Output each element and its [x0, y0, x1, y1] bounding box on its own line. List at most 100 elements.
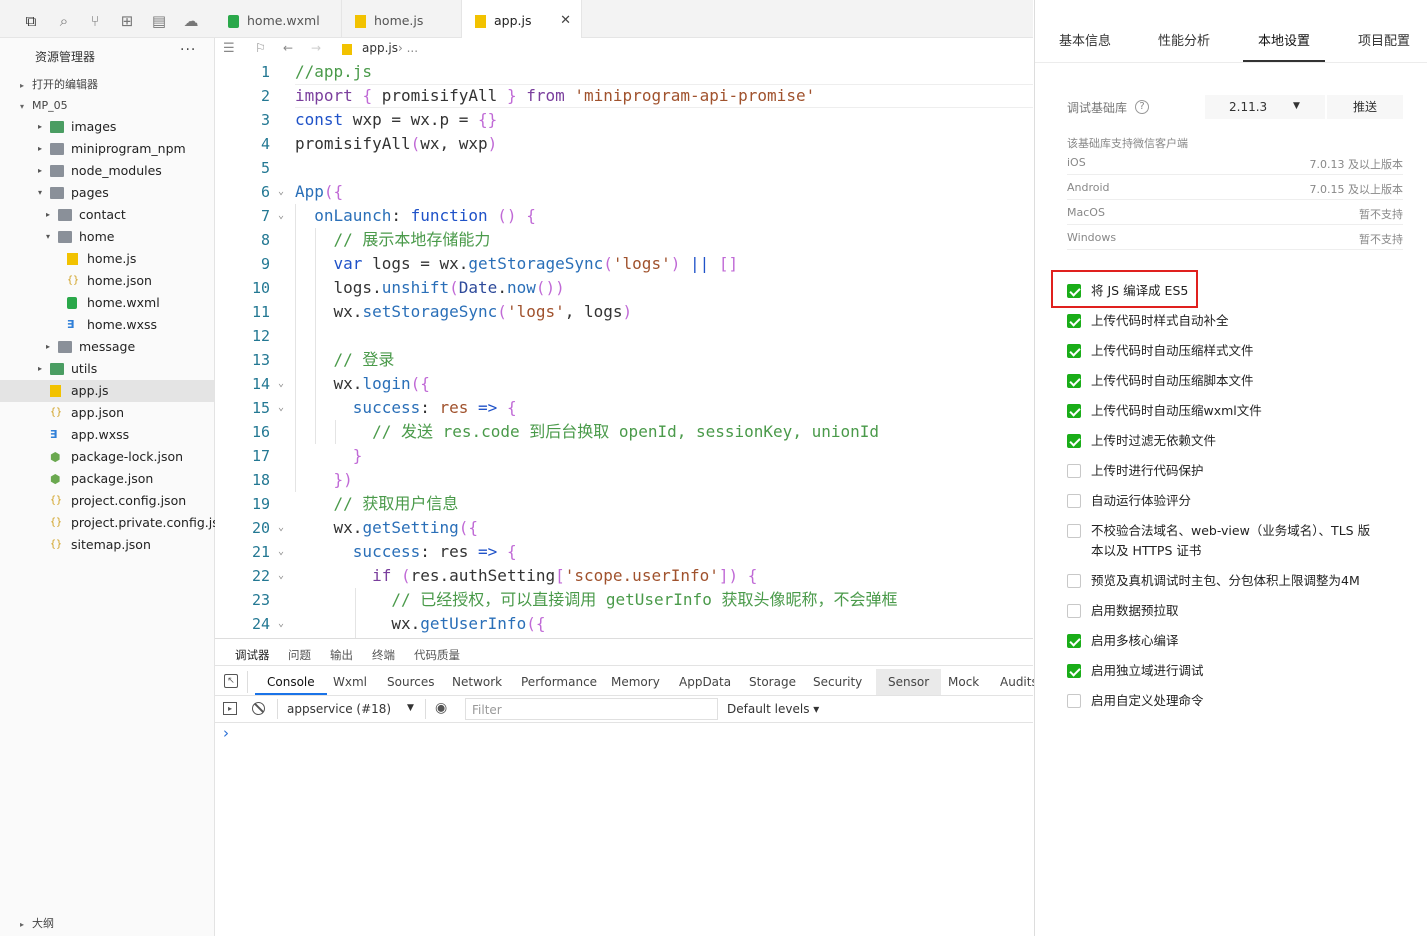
devtools-tab-memory[interactable]: Memory — [611, 675, 660, 689]
tree-item[interactable]: ⬢ package.json — [0, 468, 214, 490]
devtools-tab-sources[interactable]: Sources — [387, 675, 434, 689]
clear-console-icon[interactable] — [252, 702, 265, 715]
chevron-down-icon[interactable]: ▼ — [407, 703, 414, 713]
tab-home-js[interactable]: home.js — [342, 0, 462, 38]
devtools-tab-mock[interactable]: Mock — [948, 675, 979, 689]
more-actions-button[interactable]: ··· — [180, 42, 196, 58]
chevron-right-icon[interactable]: ▸ — [43, 204, 53, 226]
search-icon[interactable]: ⌕ — [55, 12, 73, 30]
tab-project-config[interactable]: 项目配置 — [1358, 30, 1410, 49]
tree-item[interactable]: {} home.json — [0, 270, 214, 292]
chevron-right-icon[interactable]: ▸ — [35, 116, 45, 138]
tree-item[interactable]: {} project.private.config.js... — [0, 512, 231, 534]
tree-item[interactable]: {} sitemap.json — [0, 534, 214, 556]
bookmark-icon[interactable]: ⚐ — [255, 41, 266, 55]
tree-item[interactable]: ∃ home.wxss — [0, 314, 214, 336]
fold-chevron-icon[interactable]: ⌄ — [278, 180, 290, 204]
devtools-tab-appdata[interactable]: AppData — [679, 675, 731, 689]
open-editors-section[interactable]: ▸ 打开的编辑器 — [20, 76, 98, 92]
tree-item[interactable]: {} app.json — [0, 402, 214, 424]
files-icon[interactable]: ⧉ — [22, 12, 40, 30]
help-icon[interactable]: ? — [1135, 100, 1149, 114]
lib-version-select[interactable]: 2.11.3 ▼ — [1205, 95, 1325, 119]
chevron-down-icon[interactable]: ▾ — [43, 226, 53, 248]
breadcrumb-file[interactable]: app.js — [362, 41, 398, 55]
project-section[interactable]: ▾ MP_05 — [20, 99, 68, 112]
tree-item[interactable]: ▸ miniprogram_npm — [0, 138, 214, 160]
fold-chevron-icon[interactable]: ⌄ — [278, 396, 290, 420]
tree-item[interactable]: ∃ app.wxss — [0, 424, 214, 446]
tree-item[interactable]: ▾ pages — [0, 182, 214, 204]
tree-item[interactable]: ▸ utils — [0, 358, 214, 380]
tree-item[interactable]: home.wxml — [0, 292, 214, 314]
log-levels-select[interactable]: Default levels ▾ — [727, 702, 819, 716]
outline-section[interactable]: ▸ 大纲 — [20, 915, 54, 931]
devtools-tab-security[interactable]: Security — [813, 675, 862, 689]
tree-item[interactable]: ⬢ package-lock.json — [0, 446, 214, 468]
chevron-down-icon[interactable]: ▾ — [35, 182, 45, 204]
checkbox[interactable] — [1067, 374, 1081, 388]
inspect-icon[interactable]: ↖ — [224, 674, 238, 688]
code-editor[interactable]: 1 //app.js 2 import { promisifyAll } from '… — [215, 60, 1033, 638]
fold-chevron-icon[interactable]: ⌄ — [278, 516, 290, 540]
devtools-tab-console[interactable]: Console — [255, 669, 327, 695]
devtools-tab-performance[interactable]: Performance — [521, 675, 597, 689]
source-control-icon[interactable]: ⑂ — [86, 12, 104, 30]
checkbox[interactable] — [1067, 524, 1081, 538]
checkbox[interactable] — [1067, 494, 1081, 508]
context-select[interactable]: appservice (#18) — [287, 702, 391, 716]
checkbox[interactable] — [1067, 664, 1081, 678]
checkbox[interactable] — [1067, 694, 1081, 708]
fold-chevron-icon[interactable]: ⌄ — [278, 612, 290, 636]
console-prompt[interactable]: › — [223, 724, 229, 742]
tree-item[interactable]: ▸ message — [0, 336, 214, 358]
tree-item[interactable]: ▸ node_modules — [0, 160, 214, 182]
eye-icon[interactable]: ◉ — [435, 700, 447, 716]
fold-chevron-icon[interactable]: ⌄ — [278, 564, 290, 588]
fold-chevron-icon[interactable]: ⌄ — [278, 540, 290, 564]
tree-item[interactable]: app.js — [0, 380, 214, 402]
chevron-right-icon[interactable]: ▸ — [35, 160, 45, 182]
tab-basic-info[interactable]: 基本信息 — [1059, 30, 1111, 49]
tree-item[interactable]: ▸ images — [0, 116, 214, 138]
panel-tab-problems[interactable]: 问题 — [288, 647, 311, 663]
checkbox[interactable] — [1067, 344, 1081, 358]
tab-local-settings[interactable]: 本地设置 — [1258, 30, 1310, 49]
filter-input[interactable]: Filter — [465, 698, 718, 720]
close-icon[interactable]: ✕ — [560, 0, 571, 42]
back-arrow-icon[interactable]: ← — [283, 41, 293, 55]
devtools-tab-network[interactable]: Network — [452, 675, 502, 689]
cloud-icon[interactable]: ☁ — [182, 12, 200, 30]
devtools-tab-audits[interactable]: Audits — [1000, 675, 1038, 689]
panel-tab-debugger[interactable]: 调试器 — [235, 647, 270, 663]
fold-chevron-icon[interactable]: ⌄ — [278, 372, 290, 396]
checkbox[interactable] — [1067, 284, 1081, 298]
tree-item[interactable]: ▸ contact — [0, 204, 214, 226]
sidebar-toggle-icon[interactable]: ▸ — [223, 702, 237, 715]
checkbox[interactable] — [1067, 604, 1081, 618]
devtools-tab-storage[interactable]: Storage — [749, 675, 796, 689]
chevron-right-icon[interactable]: ▸ — [35, 138, 45, 160]
list-icon[interactable]: ☰ — [223, 41, 235, 56]
debug-icon[interactable]: ▤ — [150, 12, 168, 30]
tree-item[interactable]: home.js — [0, 248, 214, 270]
tab-performance[interactable]: 性能分析 — [1158, 30, 1210, 49]
panel-tab-terminal[interactable]: 终端 — [372, 647, 395, 663]
devtools-tab-wxml[interactable]: Wxml — [333, 675, 367, 689]
fold-chevron-icon[interactable]: ⌄ — [278, 204, 290, 228]
tab-home-wxml[interactable]: home.wxml — [215, 0, 342, 38]
forward-arrow-icon[interactable]: → — [311, 41, 321, 55]
chevron-right-icon[interactable]: ▸ — [35, 358, 45, 380]
panel-tab-code-quality[interactable]: 代码质量 — [414, 647, 460, 663]
checkbox[interactable] — [1067, 464, 1081, 478]
panel-tab-output[interactable]: 输出 — [330, 647, 353, 663]
devtools-tab-sensor[interactable]: Sensor — [876, 669, 942, 695]
checkbox[interactable] — [1067, 404, 1081, 418]
tree-item[interactable]: {} project.config.json — [0, 490, 214, 512]
chevron-right-icon[interactable]: ▸ — [43, 336, 53, 358]
checkbox[interactable] — [1067, 314, 1081, 328]
extensions-icon[interactable]: ⊞ — [118, 12, 136, 30]
checkbox[interactable] — [1067, 634, 1081, 648]
checkbox[interactable] — [1067, 434, 1081, 448]
tree-item[interactable]: ▾ home — [0, 226, 214, 248]
